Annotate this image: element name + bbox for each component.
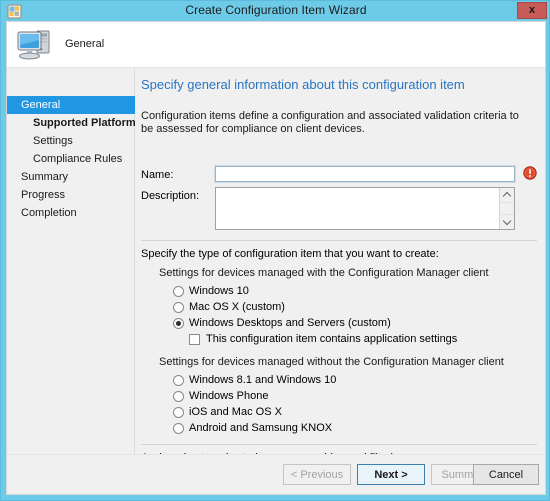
radio-label: Windows 10 xyxy=(189,285,249,297)
radio-label: Windows Desktops and Servers (custom) xyxy=(189,317,391,329)
radio-icon xyxy=(173,423,184,434)
step-list: General Supported Platforms Settings Com… xyxy=(7,96,142,222)
error-icon xyxy=(523,166,537,180)
radio-icon xyxy=(173,407,184,418)
banner-label: General xyxy=(65,38,105,50)
description-field-wrapper xyxy=(215,187,515,230)
radio-label: Windows Phone xyxy=(189,390,269,402)
checkbox-label: This configuration item contains applica… xyxy=(206,333,458,345)
sidebar-item-completion[interactable]: Completion xyxy=(7,204,133,222)
radio-icon xyxy=(173,302,184,313)
intro-text: Configuration items define a configurati… xyxy=(141,110,519,135)
sidebar-item-compliance-rules[interactable]: Compliance Rules xyxy=(7,150,133,168)
radio-icon-selected xyxy=(173,318,184,329)
radio-label: Windows 8.1 and Windows 10 xyxy=(189,374,337,386)
title-bar: Create Configuration Item Wizard x xyxy=(1,1,549,21)
sidebar-item-progress[interactable]: Progress xyxy=(7,186,133,204)
scroll-down-icon[interactable] xyxy=(500,214,514,229)
scroll-down-icon[interactable] xyxy=(389,494,403,495)
wizard-steps-sidebar: General Supported Platforms Settings Com… xyxy=(7,68,142,494)
group-without-client-label: Settings for devices managed without the… xyxy=(159,356,504,368)
radio-icon xyxy=(173,375,184,386)
group-with-client-label: Settings for devices managed with the Co… xyxy=(159,267,489,279)
divider xyxy=(141,444,537,445)
previous-button[interactable]: < Previous xyxy=(283,464,351,485)
type-prompt-label: Specify the type of configuration item t… xyxy=(141,248,439,260)
divider xyxy=(141,240,537,241)
radio-label: Mac OS X (custom) xyxy=(189,301,285,313)
wizard-footer: < Previous Next > Summary Cancel xyxy=(7,454,545,494)
radio-label: iOS and Mac OS X xyxy=(189,406,282,418)
name-label: Name: xyxy=(141,169,174,181)
page-title: Specify general information about this c… xyxy=(141,77,465,92)
client-area: General General Supported Platforms Sett… xyxy=(6,21,546,495)
content-pane: Specify general information about this c… xyxy=(135,68,545,495)
description-scrollbar[interactable] xyxy=(499,188,514,229)
description-input[interactable] xyxy=(216,188,500,229)
wizard-banner: General xyxy=(7,22,545,68)
sidebar-item-summary[interactable]: Summary xyxy=(7,168,133,186)
scroll-up-icon[interactable] xyxy=(500,188,514,203)
sidebar-item-general[interactable]: General xyxy=(7,96,139,114)
sidebar-item-settings[interactable]: Settings xyxy=(7,132,133,150)
window-title: Create Configuration Item Wizard xyxy=(185,3,367,17)
computer-icon xyxy=(16,27,56,63)
name-input[interactable] xyxy=(214,165,516,183)
close-icon[interactable]: x xyxy=(517,2,547,19)
radio-icon xyxy=(173,391,184,402)
description-label: Description: xyxy=(141,190,200,202)
cancel-button[interactable]: Cancel xyxy=(473,464,539,485)
next-button[interactable]: Next > xyxy=(357,464,425,485)
radio-icon xyxy=(173,286,184,297)
wizard-window: Create Configuration Item Wizard x Gener… xyxy=(0,0,550,501)
radio-label: Android and Samsung KNOX xyxy=(189,422,333,434)
checkbox-icon xyxy=(189,334,200,345)
sidebar-item-supported-platforms[interactable]: Supported Platforms xyxy=(7,114,142,132)
